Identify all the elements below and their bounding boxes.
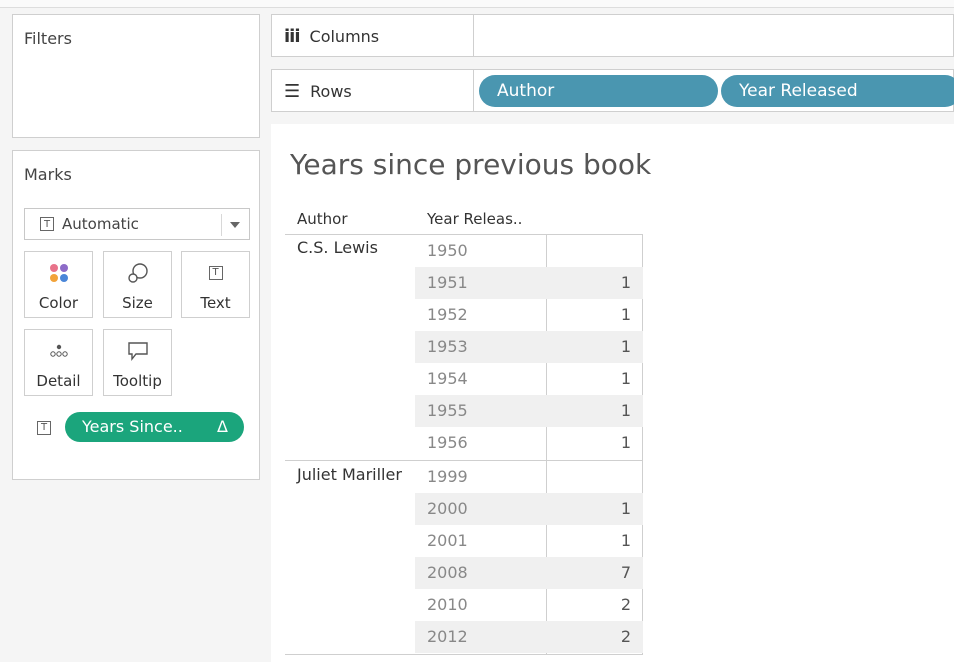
- chevron-down-icon[interactable]: [230, 222, 240, 228]
- marks-text-label: Text: [200, 294, 231, 312]
- year-cell[interactable]: 1999: [415, 461, 545, 493]
- text-mark-icon: T: [40, 217, 54, 231]
- year-cell[interactable]: 2000: [415, 493, 545, 525]
- marks-text-button[interactable]: T Text: [181, 251, 250, 318]
- year-cell[interactable]: 1951: [415, 267, 545, 299]
- year-cell[interactable]: 1952: [415, 299, 545, 331]
- marks-card: Marks T Automatic Color Size T Text Deta…: [12, 150, 260, 480]
- marks-title: Marks: [24, 165, 72, 184]
- year-released-pill[interactable]: Year Released: [721, 75, 954, 107]
- page-title: Years since previous book: [290, 148, 652, 181]
- marks-color-button[interactable]: Color: [24, 251, 93, 318]
- value-cell[interactable]: [548, 235, 639, 267]
- marks-size-button[interactable]: Size: [103, 251, 172, 318]
- value-cell[interactable]: 1: [548, 331, 639, 363]
- marks-detail-button[interactable]: Detail: [24, 329, 93, 396]
- year-cell[interactable]: 1953: [415, 331, 545, 363]
- value-cell[interactable]: 7: [548, 557, 639, 589]
- author-cell[interactable]: C.S. Lewis: [297, 235, 407, 261]
- marks-tooltip-button[interactable]: Tooltip: [103, 329, 172, 396]
- value-cell[interactable]: 1: [548, 493, 639, 525]
- text-encoding-icon: T: [37, 421, 51, 435]
- filters-title: Filters: [24, 29, 72, 48]
- year-cell[interactable]: 1950: [415, 235, 545, 267]
- field-pill-label: Years Since..: [82, 417, 183, 436]
- detail-dots-icon: [25, 340, 92, 362]
- value-cell[interactable]: 1: [548, 299, 639, 331]
- author-column-header[interactable]: Author: [297, 210, 348, 228]
- year-cell[interactable]: 2012: [415, 621, 545, 653]
- rows-icon: ☰: [284, 81, 301, 102]
- text-icon-wrap: T: [182, 262, 249, 284]
- value-cell[interactable]: [548, 461, 639, 493]
- columns-label: Columns: [309, 27, 380, 46]
- delta-icon: Δ: [217, 417, 228, 436]
- year-cell[interactable]: 2001: [415, 525, 545, 557]
- columns-icon: iii: [284, 26, 300, 47]
- rows-shelf-label: ☰ Rows: [284, 81, 352, 102]
- view-canvas: Years since previous book Author Year Re…: [271, 124, 954, 662]
- value-cell[interactable]: 1: [548, 427, 639, 459]
- year-column-header[interactable]: Year Releas..: [427, 210, 522, 228]
- year-cell[interactable]: 2010: [415, 589, 545, 621]
- color-dots-icon: [25, 262, 92, 284]
- table-bottom-line: [285, 654, 643, 655]
- columns-shelf[interactable]: iii Columns: [271, 14, 954, 57]
- marks-tooltip-label: Tooltip: [113, 372, 162, 390]
- rows-divider: [473, 70, 474, 111]
- text-icon: T: [208, 266, 223, 280]
- mark-type-dropdown[interactable]: T Automatic: [24, 208, 250, 240]
- year-cell[interactable]: 1954: [415, 363, 545, 395]
- years-since-field-pill[interactable]: Years Since.. Δ: [65, 412, 244, 442]
- value-cell[interactable]: 2: [548, 589, 639, 621]
- dropdown-divider: [221, 214, 222, 236]
- tooltip-icon: [104, 340, 171, 362]
- columns-shelf-label: iii Columns: [284, 26, 379, 47]
- author-cell[interactable]: Juliet Mariller: [297, 462, 407, 488]
- value-cell[interactable]: 1: [548, 395, 639, 427]
- year-cell[interactable]: 2008: [415, 557, 545, 589]
- year-cell[interactable]: 1955: [415, 395, 545, 427]
- value-cell[interactable]: 2: [548, 621, 639, 653]
- year-cell[interactable]: 1956: [415, 427, 545, 459]
- author-pill[interactable]: Author: [479, 75, 718, 107]
- value-cell[interactable]: 1: [548, 363, 639, 395]
- value-cell[interactable]: 1: [548, 525, 639, 557]
- size-icon: [104, 262, 171, 284]
- marks-color-label: Color: [38, 294, 79, 312]
- columns-divider: [473, 15, 474, 56]
- rows-shelf[interactable]: ☰ Rows Author Year Released: [271, 69, 954, 112]
- marks-detail-label: Detail: [36, 372, 81, 390]
- mark-type-value: Automatic: [62, 215, 139, 233]
- top-strip: [0, 0, 954, 8]
- marks-size-label: Size: [122, 294, 153, 312]
- filters-card[interactable]: Filters: [12, 14, 260, 138]
- value-cell[interactable]: 1: [548, 267, 639, 299]
- rows-label: Rows: [310, 82, 352, 101]
